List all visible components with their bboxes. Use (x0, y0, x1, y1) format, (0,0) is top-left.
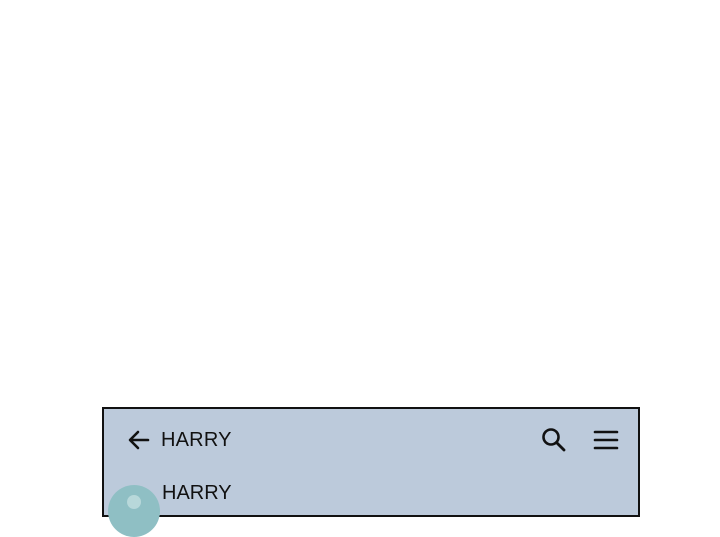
message-row: HARRY (104, 471, 638, 537)
search-icon (542, 428, 566, 452)
arrow-left-icon (128, 430, 150, 450)
chat-title: HARRY (161, 429, 232, 451)
search-button[interactable] (540, 426, 568, 454)
avatar[interactable] (108, 485, 160, 537)
menu-button[interactable] (592, 426, 620, 454)
chat-screen: HARRY HARRY (102, 407, 640, 537)
hamburger-menu-icon (593, 430, 619, 450)
person-avatar-icon (127, 495, 141, 509)
back-button[interactable] (124, 425, 154, 455)
sender-name: HARRY (162, 482, 232, 504)
app-bar: HARRY (104, 409, 638, 471)
